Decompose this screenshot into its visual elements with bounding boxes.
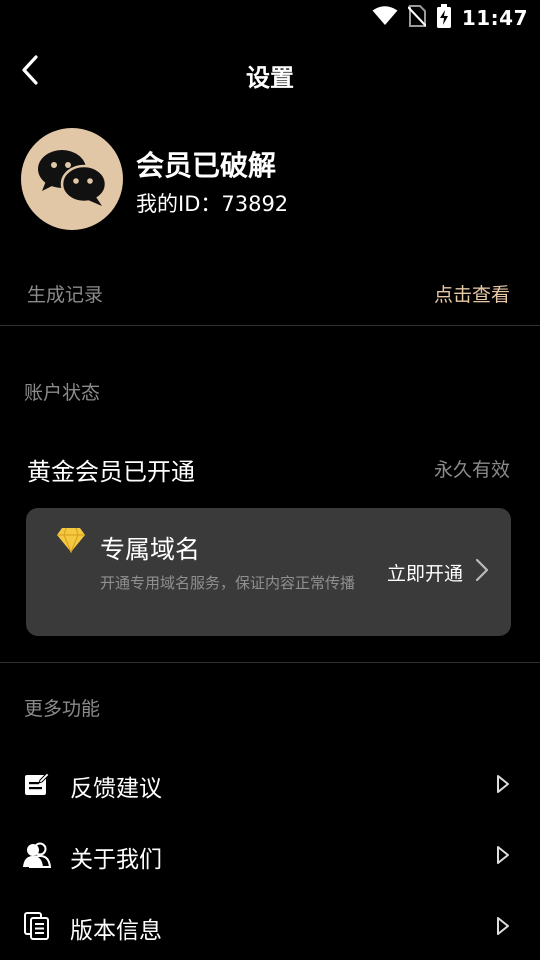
card-description: 开通专用域名服务，保证内容正常传播 [100,574,356,592]
vip-status-row: 黄金会员已开通 永久有效 [0,450,540,490]
section-label-more: 更多功能 [24,698,101,720]
status-time: 11:47 [461,6,528,30]
domain-card[interactable]: 专属域名 开通专用域名服务，保证内容正常传播 立即开通 [26,508,511,636]
people-icon [23,840,51,870]
menu-label: 反馈建议 [70,776,162,802]
diamond-icon [56,527,86,554]
play-arrow-icon [496,916,510,936]
copy-document-icon [23,911,51,941]
menu-item-feedback[interactable]: 反馈建议 [0,757,540,813]
activate-button[interactable]: 立即开通 [387,558,489,586]
profile-name: 会员已破解 [136,149,277,182]
edit-note-icon [23,769,51,799]
activate-label: 立即开通 [386,562,463,585]
records-row[interactable]: 生成记录 点击查看 [0,270,540,314]
page-title: 设置 [246,64,294,92]
status-icons: 11:47 [372,4,528,32]
play-arrow-icon [496,845,510,865]
play-arrow-icon [496,774,510,794]
header: 设置 [0,48,540,96]
card-title: 专属域名 [100,535,201,564]
menu-item-version[interactable]: 版本信息 [0,899,540,955]
chat-bubbles-icon [36,147,108,211]
battery-charging-icon [436,4,452,32]
wifi-icon [372,6,398,30]
avatar[interactable] [21,128,123,230]
divider [0,662,540,663]
menu-label: 关于我们 [70,847,162,873]
menu-item-about[interactable]: 关于我们 [0,828,540,884]
profile-id: 我的ID：73892 [136,192,289,216]
chevron-right-icon [475,558,489,586]
vip-title: 黄金会员已开通 [27,458,195,486]
section-label-account: 账户状态 [24,382,101,404]
records-label: 生成记录 [27,284,104,306]
view-records-link[interactable]: 点击查看 [434,280,510,307]
status-bar: 11:47 [0,0,540,36]
profile-section: 会员已破解 我的ID：73892 [21,128,521,230]
menu-label: 版本信息 [70,918,162,944]
vip-validity: 永久有效 [433,459,510,481]
no-sim-icon [407,5,427,31]
divider [0,325,540,326]
